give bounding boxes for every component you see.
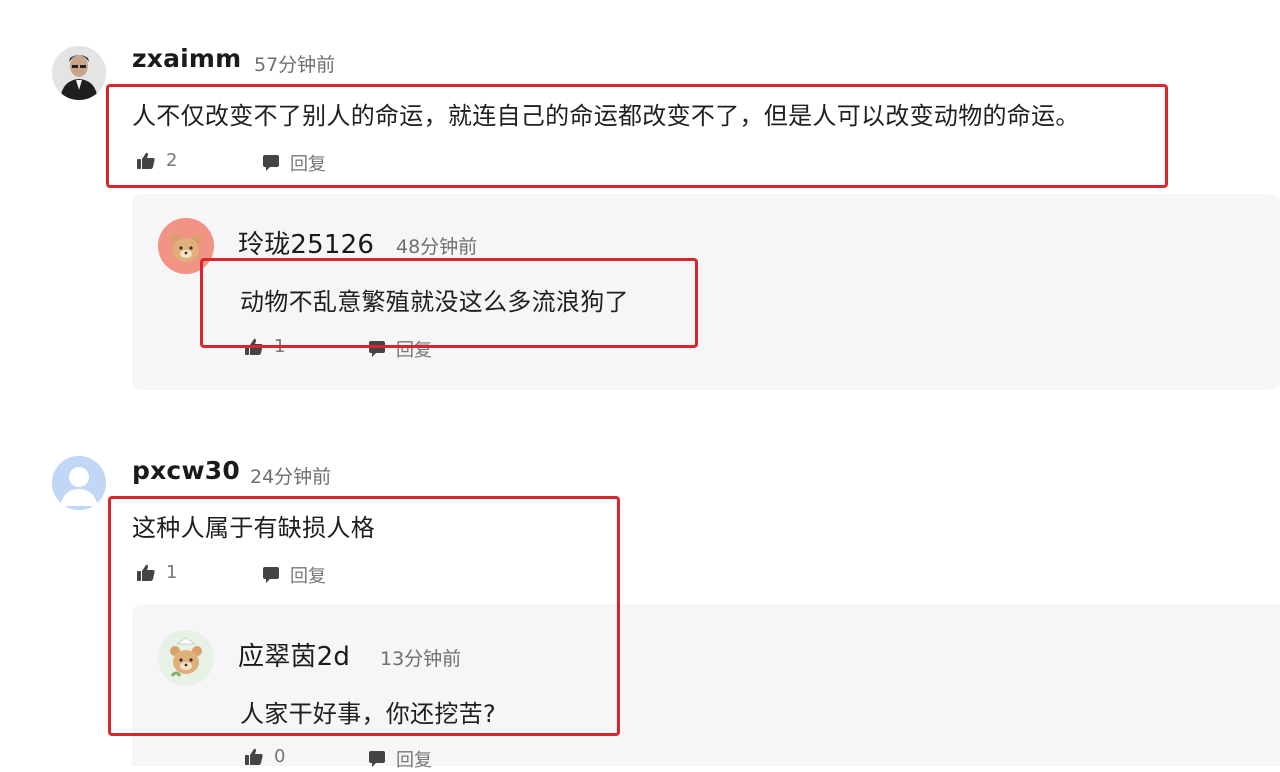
thumbs-up-icon xyxy=(137,152,155,169)
reply-username[interactable]: 玲珑25126 xyxy=(238,224,374,261)
reply-time: 48分钟前 xyxy=(396,236,478,258)
reply-button[interactable]: 回复 xyxy=(262,150,326,176)
speech-bubble-icon xyxy=(369,751,385,767)
thumbs-up-icon xyxy=(137,564,155,581)
reply-time: 13分钟前 xyxy=(380,648,462,670)
comment-time: 57分钟前 xyxy=(254,54,336,76)
default-user-avatar-icon xyxy=(52,456,106,510)
thumbs-up-icon xyxy=(245,748,263,765)
user-avatar[interactable] xyxy=(52,456,106,510)
comment-username[interactable]: pxcw30 xyxy=(132,456,240,485)
reply-thread xyxy=(132,604,1280,766)
comment-text: 这种人属于有缺损人格 xyxy=(132,514,375,542)
reply-username[interactable]: 应翠茵2d xyxy=(238,636,350,673)
reply-label: 回复 xyxy=(290,566,326,587)
reply-button[interactable]: 回复 xyxy=(262,562,326,588)
speech-bubble-icon xyxy=(263,567,279,583)
comment-username[interactable]: zxaimm xyxy=(132,44,241,73)
reply-label: 回复 xyxy=(290,154,326,175)
like-button[interactable]: 1 xyxy=(136,562,177,583)
reply-button[interactable]: 回复 xyxy=(368,336,432,362)
like-count: 1 xyxy=(166,562,178,583)
like-button[interactable]: 1 xyxy=(244,336,285,357)
user-avatar[interactable] xyxy=(52,46,106,100)
cartoon-bear-avatar-icon xyxy=(158,630,214,686)
person-photo-icon xyxy=(52,46,106,100)
like-count: 2 xyxy=(166,150,178,171)
comment-text: 人不仅改变不了别人的命运，就连自己的命运都改变不了，但是人可以改变动物的命运。 xyxy=(132,102,1080,130)
reply-label: 回复 xyxy=(396,340,432,361)
comment-time: 24分钟前 xyxy=(250,466,332,488)
reply-avatar[interactable] xyxy=(158,630,214,686)
like-button[interactable]: 2 xyxy=(136,150,177,171)
reply-text: 人家干好事，你还挖苦? xyxy=(240,700,497,728)
like-button[interactable]: 0 xyxy=(244,746,285,767)
reply-button[interactable]: 回复 xyxy=(368,746,432,772)
reply-avatar[interactable] xyxy=(158,218,214,274)
speech-bubble-icon xyxy=(263,155,279,171)
reply-text: 动物不乱意繁殖就没这么多流浪狗了 xyxy=(240,288,629,316)
like-count: 0 xyxy=(274,746,286,767)
like-count: 1 xyxy=(274,336,286,357)
cartoon-bear-avatar-icon xyxy=(158,218,214,274)
thumbs-up-icon xyxy=(245,338,263,355)
speech-bubble-icon xyxy=(369,341,385,357)
reply-label: 回复 xyxy=(396,750,432,771)
